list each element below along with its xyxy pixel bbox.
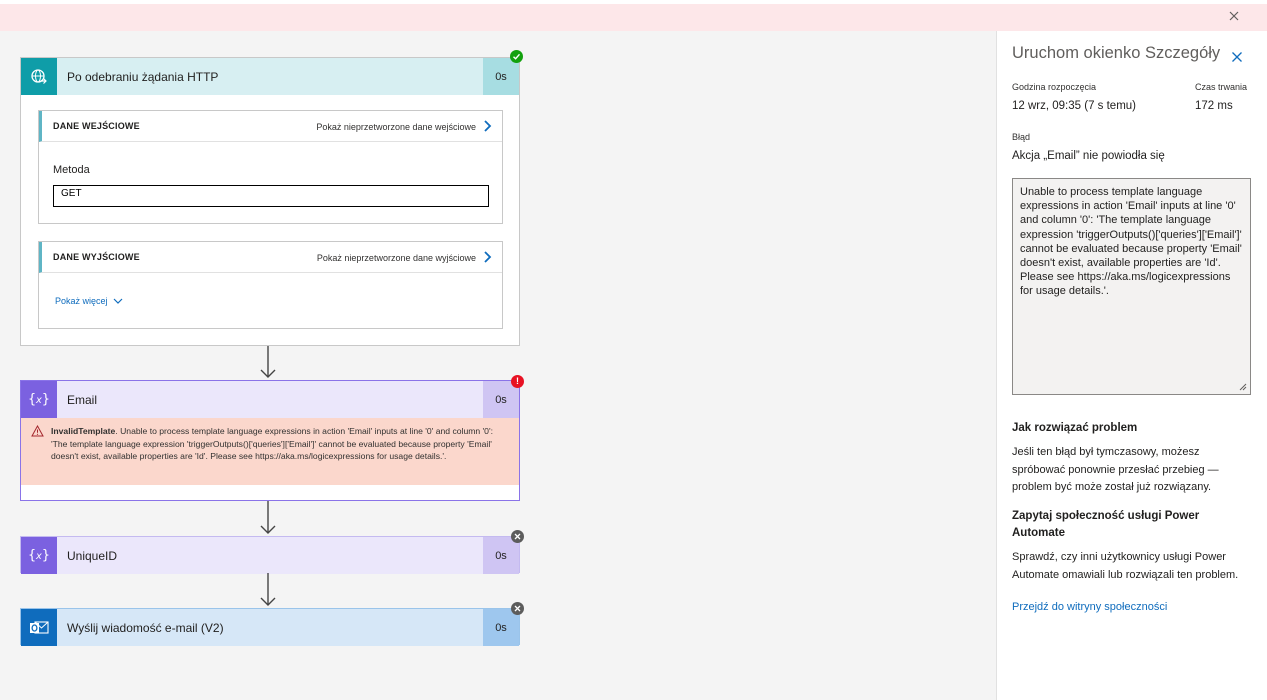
community-heading: Zapytaj społeczność usługi Power Automat… xyxy=(1012,510,1200,539)
trigger-header[interactable]: Po odebraniu żądania HTTP 0s xyxy=(21,58,519,95)
uniqueid-action-card: {x} UniqueID 0s xyxy=(20,536,520,574)
fix-text: Jeśli ten błąd był tymczasowy, możesz sp… xyxy=(1012,446,1219,493)
show-more-label: Pokaż więcej xyxy=(55,296,108,306)
warning-icon xyxy=(31,425,44,437)
method-label: Metoda xyxy=(53,164,90,176)
skipped-icon xyxy=(511,602,524,615)
chevron-right-icon[interactable] xyxy=(480,119,494,133)
error-summary: Akcja „Email” nie powiodła się xyxy=(1012,150,1165,162)
uniqueid-header[interactable]: {x} UniqueID 0s xyxy=(21,537,519,574)
error-label: Błąd xyxy=(1012,132,1031,142)
send-email-duration: 0s xyxy=(483,609,519,646)
run-details-panel: Uruchom okienko Szczegóły Godzina rozpoc… xyxy=(996,31,1267,700)
community-link[interactable]: Przejdź do witryny społeczności xyxy=(1012,601,1167,613)
send-email-title: Wyślij wiadomość e-mail (V2) xyxy=(67,620,224,635)
uniqueid-duration: 0s xyxy=(483,537,519,574)
trigger-title: Po odebraniu żądania HTTP xyxy=(67,69,219,84)
outputs-header[interactable]: DANE WYJŚCIOWE Pokaż nieprzetworzone dan… xyxy=(39,242,502,273)
outputs-section: DANE WYJŚCIOWE Pokaż nieprzetworzone dan… xyxy=(38,241,503,329)
close-icon[interactable] xyxy=(1227,10,1241,24)
success-check-icon xyxy=(510,50,523,63)
connector-arrow xyxy=(260,501,276,534)
panel-title: Uruchom okienko Szczegóły xyxy=(1012,44,1221,62)
error-icon: ! xyxy=(511,375,524,388)
chevron-down-icon xyxy=(113,298,122,304)
email-title: Email xyxy=(67,392,98,407)
error-banner xyxy=(0,4,1267,31)
inputs-title: DANE WEJŚCIOWE xyxy=(53,121,140,131)
show-raw-outputs-link[interactable]: Pokaż nieprzetworzone dane wyjściowe xyxy=(317,253,476,263)
fix-heading: Jak rozwiązać problem xyxy=(1012,422,1138,434)
globe-request-icon xyxy=(21,58,57,95)
resize-grip-icon[interactable] xyxy=(1239,383,1247,391)
send-email-action-card: Wyślij wiadomość e-mail (V2) 0s xyxy=(20,608,520,646)
variable-icon: {x} xyxy=(21,381,57,418)
outputs-title: DANE WYJŚCIOWE xyxy=(53,252,140,262)
community-text: Sprawdź, czy inni użytkownicy usługi Pow… xyxy=(1012,551,1239,581)
variable-icon: {x} xyxy=(21,537,57,574)
connector-arrow xyxy=(260,573,276,606)
error-message: . Unable to process template language ex… xyxy=(51,426,493,461)
method-value: GET xyxy=(53,185,489,207)
error-code: InvalidTemplate xyxy=(51,426,116,436)
connector-arrow xyxy=(260,346,276,378)
duration-label: Czas trwania xyxy=(1195,82,1248,92)
uniqueid-title: UniqueID xyxy=(67,548,118,563)
chevron-right-icon[interactable] xyxy=(480,250,494,264)
error-detail-text: Unable to process template language expr… xyxy=(1020,186,1242,298)
inputs-header[interactable]: DANE WEJŚCIOWE Pokaż nieprzetworzone dan… xyxy=(39,111,502,142)
error-detail-textarea[interactable]: Unable to process template language expr… xyxy=(1012,178,1251,395)
trigger-card: Po odebraniu żądania HTTP 0s DANE WEJŚCI… xyxy=(20,57,520,346)
start-time-value: 12 wrz, 09:35 (7 s temu) xyxy=(1012,100,1136,112)
show-raw-inputs-link[interactable]: Pokaż nieprzetworzone dane wejściowe xyxy=(316,122,476,132)
email-header[interactable]: {x} Email 0s xyxy=(21,381,519,418)
show-more-link[interactable]: Pokaż więcej xyxy=(55,296,123,306)
error-message-box: InvalidTemplate. Unable to process templ… xyxy=(21,418,519,485)
outlook-icon xyxy=(21,609,57,646)
trigger-duration: 0s xyxy=(483,58,519,95)
email-action-card: {x} Email 0s InvalidTemplate. Unable to … xyxy=(20,380,520,501)
close-icon[interactable] xyxy=(1231,51,1243,63)
inputs-section: DANE WEJŚCIOWE Pokaż nieprzetworzone dan… xyxy=(38,110,503,224)
send-email-header[interactable]: Wyślij wiadomość e-mail (V2) 0s xyxy=(21,609,519,646)
skipped-icon xyxy=(511,530,524,543)
start-time-label: Godzina rozpoczęcia xyxy=(1012,82,1097,92)
duration-value: 172 ms xyxy=(1195,100,1233,112)
